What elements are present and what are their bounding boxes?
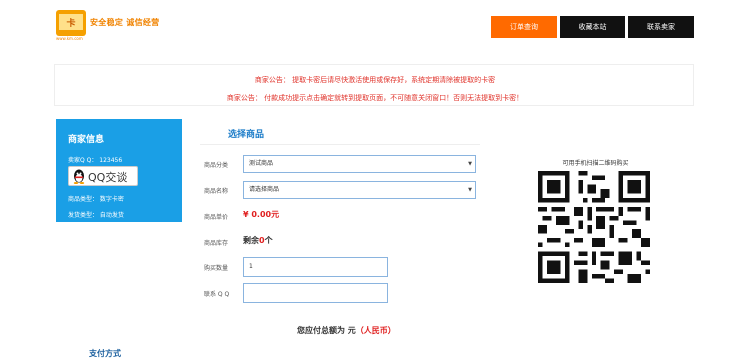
merchant-info-panel: 商家信息 卖家Q Q： 123456 QQ交谈 商品类型： 数字卡密 发货类型：… bbox=[56, 119, 182, 222]
contact-qq-label: 联系 Q Q bbox=[204, 291, 230, 298]
merchant-ship-type: 发货类型： 自动发货 bbox=[68, 212, 124, 219]
svg-text:卡: 卡 bbox=[66, 17, 75, 29]
stock-suffix: 个 bbox=[264, 236, 273, 245]
product-name-label: 商品名称 bbox=[204, 188, 229, 195]
product-name-select-value: 请选择商品 bbox=[249, 186, 280, 193]
merchant-goods-type: 商品类型： 数字卡密 bbox=[68, 196, 124, 203]
total-prefix: 您应付总额为 元 bbox=[297, 326, 356, 335]
merchant-title: 商家信息 bbox=[68, 135, 105, 145]
total-amount: 您应付总额为 元（人民币） bbox=[297, 325, 396, 336]
nav-contact-seller[interactable]: 联系卖家 bbox=[628, 16, 694, 38]
stock-label: 商品库存 bbox=[204, 240, 229, 247]
quantity-label: 购买数量 bbox=[204, 265, 229, 272]
unit-price-value: ¥ 0.00元 bbox=[243, 210, 280, 219]
logo-icon: 卡 bbox=[56, 10, 86, 36]
qq-chat-label: QQ交谈 bbox=[88, 171, 128, 184]
qq-penguin-icon bbox=[73, 169, 85, 184]
total-currency: （人民币） bbox=[355, 326, 396, 335]
merchant-qq: 卖家Q Q： 123456 bbox=[68, 157, 123, 164]
qr-code-icon bbox=[538, 171, 650, 283]
quantity-input[interactable]: 1 bbox=[243, 257, 388, 277]
product-name-select[interactable]: 请选择商品 ▼ bbox=[243, 181, 476, 199]
unit-price-label: 商品单价 bbox=[204, 214, 229, 221]
logo-url: www.km.com bbox=[56, 36, 83, 41]
qq-chat-button[interactable]: QQ交谈 bbox=[68, 166, 138, 186]
select-product-title: 选择商品 bbox=[228, 130, 265, 140]
nav-order-query[interactable]: 订单查询 bbox=[491, 16, 557, 38]
notice-box: 商家公告： 提取卡密后请尽快激活使用或保存好，系统定期清除被提取的卡密 商家公告… bbox=[54, 64, 694, 106]
category-label: 商品分类 bbox=[204, 162, 229, 169]
header: 卡 安全稳定 诚信经营 www.km.com 订单查询 收藏本站 联系卖家 bbox=[0, 0, 742, 48]
notice-line: 商家公告： 提取卡密后请尽快激活使用或保存好，系统定期清除被提取的卡密 bbox=[254, 76, 496, 84]
chevron-down-icon: ▼ bbox=[468, 161, 472, 167]
chevron-down-icon: ▼ bbox=[468, 187, 472, 193]
notice-line: 商家公告： 付款成功提示点击确定就转到提取页面，不可随意关闭窗口！否则无法提取到… bbox=[226, 94, 524, 102]
payment-method-title: 支付方式 bbox=[89, 349, 121, 358]
category-select[interactable]: 测试商品 ▼ bbox=[243, 155, 476, 173]
category-select-value: 测试商品 bbox=[249, 160, 274, 167]
logo-slogan: 安全稳定 诚信经营 bbox=[90, 18, 160, 27]
nav-add-favorite[interactable]: 收藏本站 bbox=[560, 16, 625, 38]
divider bbox=[200, 144, 480, 145]
stock-value: 剩余0个 bbox=[243, 235, 273, 246]
qr-caption: 可用手机扫描二维码购买 bbox=[562, 160, 629, 167]
contact-qq-input[interactable] bbox=[243, 283, 388, 303]
stock-prefix: 剩余 bbox=[243, 236, 259, 245]
